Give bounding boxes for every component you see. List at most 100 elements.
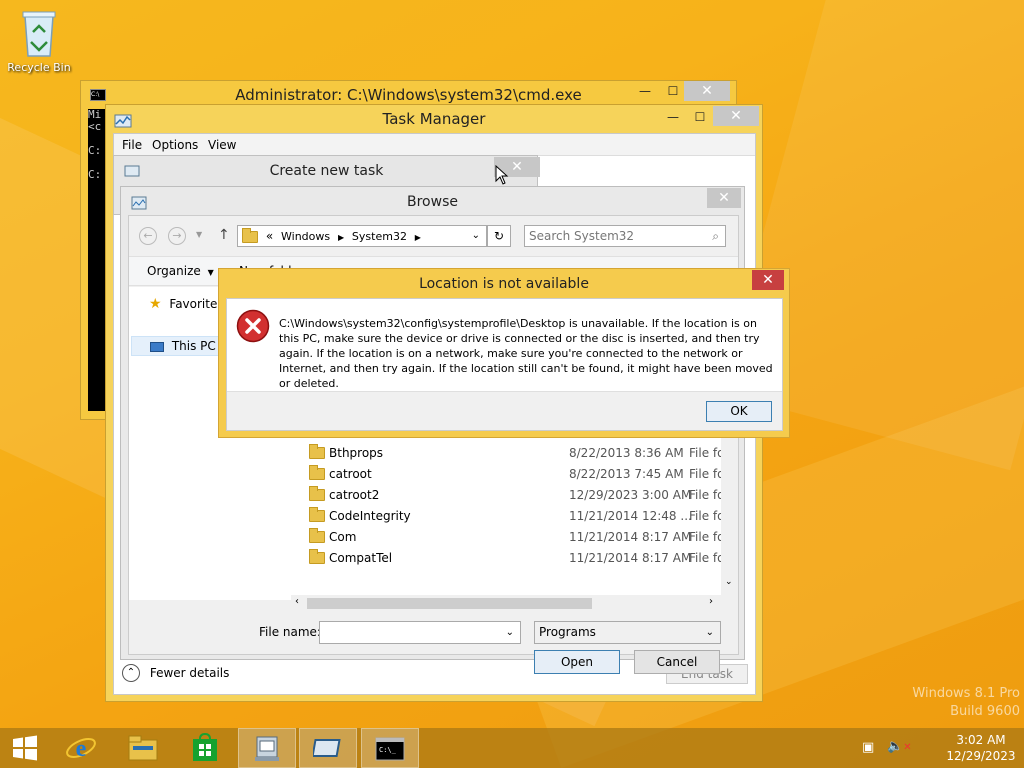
scroll-thumb[interactable] (307, 598, 592, 609)
watermark-line-1: Windows 8.1 Pro (912, 686, 1020, 701)
folder-icon (309, 465, 325, 480)
open-button[interactable]: Open (534, 650, 620, 674)
cmd-line: C: (88, 144, 102, 157)
task-manager-close-button[interactable]: ✕ (713, 106, 759, 126)
minimize-icon[interactable]: — (665, 109, 681, 125)
file-type-select[interactable]: Programs ⌄ (534, 621, 721, 644)
cmd-close-button[interactable]: ✕ (684, 81, 730, 101)
refresh-icon: ↻ (493, 229, 505, 243)
taskbar-command-prompt[interactable]: C:\_ (361, 728, 419, 768)
file-list-row[interactable]: catroot2 12/29/2023 3:00 AM File fol (307, 485, 737, 506)
file-name: Com (329, 530, 357, 544)
file-name-input[interactable]: ⌄ (319, 621, 521, 644)
taskbar-store[interactable] (176, 728, 234, 768)
error-dialog[interactable]: Location is not available ✕ C:\Windows\s… (218, 268, 790, 438)
volume-muted-icon[interactable]: 🔈✕ (887, 739, 912, 754)
clock[interactable]: 3:02 AM 12/29/2023 (940, 732, 1022, 764)
file-explorer-icon (128, 735, 158, 761)
cancel-button[interactable]: Cancel (634, 650, 720, 674)
breadcrumb-separator-icon[interactable]: ▶ (338, 233, 344, 242)
recycle-bin-icon (22, 11, 56, 57)
breadcrumb-separator-icon[interactable]: ▶ (415, 233, 421, 242)
address-dropdown-icon[interactable]: ⌄ (472, 226, 480, 246)
file-name: CodeIntegrity (329, 509, 411, 523)
clock-date: 12/29/2023 (946, 749, 1016, 763)
fewer-details-label: Fewer details (149, 666, 230, 680)
organize-label: Organize (147, 264, 201, 278)
folder-icon (309, 444, 325, 459)
internet-explorer-icon: e (66, 736, 96, 762)
store-icon (193, 732, 217, 761)
search-input[interactable]: Search System32 (529, 229, 634, 243)
folder-icon (309, 528, 325, 543)
file-date: 11/21/2014 12:48 ... (569, 509, 692, 523)
error-icon (236, 309, 270, 343)
refresh-button[interactable]: ↻ (487, 225, 511, 247)
breadcrumb-overflow[interactable]: « (266, 229, 273, 243)
horizontal-scrollbar[interactable]: ‹ › (291, 595, 721, 612)
file-list-row[interactable]: CompatTel 11/21/2014 8:17 AM File fol (307, 548, 737, 569)
scroll-down-icon[interactable]: ⌄ (725, 577, 733, 587)
file-date: 11/21/2014 8:17 AM (569, 551, 692, 565)
minimize-icon[interactable]: — (637, 83, 653, 99)
dropdown-icon[interactable]: ⌄ (506, 622, 514, 643)
maximize-icon[interactable]: ☐ (692, 109, 708, 125)
file-name-label: File name: (259, 625, 321, 639)
file-list-row[interactable]: catroot 8/22/2013 7:45 AM File fol (307, 464, 737, 485)
file-list-row[interactable]: CodeIntegrity 11/21/2014 12:48 ... File fo… (307, 506, 737, 527)
taskbar-task-manager[interactable] (238, 728, 296, 768)
error-dialog-close-button[interactable]: ✕ (752, 270, 784, 290)
taskbar: e C:\_ ▣ 🔈✕ 3:02 AM 12/29/2023 (0, 728, 1024, 768)
recent-locations-icon[interactable]: ▼ (196, 230, 202, 239)
file-list-row[interactable]: Bthprops 8/22/2013 8:36 AM File fol (307, 443, 737, 464)
error-dialog-body: C:\Windows\system32\config\systemprofile… (226, 298, 783, 431)
up-icon[interactable]: ↑ (218, 227, 230, 243)
command-prompt-icon: C:\_ (375, 737, 405, 761)
nav-item-this-pc[interactable]: This PC (131, 336, 231, 356)
browse-close-button[interactable]: ✕ (707, 188, 741, 208)
task-manager-menubar: File Options View (114, 134, 755, 156)
menu-file[interactable]: File (122, 138, 142, 152)
error-dialog-title: Location is not available (419, 276, 589, 292)
recycle-bin[interactable]: Recycle Bin (4, 4, 74, 76)
cmd-console[interactable]: Mi <c C: C: (88, 109, 106, 411)
folder-icon (309, 486, 325, 501)
file-date: 8/22/2013 7:45 AM (569, 467, 684, 481)
svg-text:e: e (76, 736, 87, 762)
menu-options[interactable]: Options (152, 138, 198, 152)
ok-button[interactable]: OK (706, 401, 772, 422)
forward-icon[interactable]: → (168, 227, 186, 245)
mouse-cursor (495, 165, 509, 185)
network-icon[interactable]: ▣ (862, 740, 874, 755)
file-name: Bthprops (329, 446, 384, 460)
svg-text:C:\_: C:\_ (379, 746, 397, 754)
browse-title: Browse (407, 194, 458, 210)
scroll-right-icon[interactable]: › (709, 596, 713, 607)
taskbar-file-explorer[interactable] (114, 728, 172, 768)
taskbar-run-dialog[interactable] (299, 728, 357, 768)
run-icon (311, 739, 341, 757)
file-list-row[interactable]: Com 11/21/2014 8:17 AM File fol (307, 527, 737, 548)
file-name: CompatTel (329, 551, 393, 565)
breadcrumb-system32[interactable]: System32 (352, 230, 407, 243)
menu-view[interactable]: View (208, 138, 236, 152)
nav-item-label: Favorites (169, 297, 224, 311)
search-box[interactable]: Search System32 ⌕ (524, 225, 726, 247)
watermark-line-2: Build 9600 (950, 704, 1020, 719)
nav-item-favorites[interactable]: ★ Favorites (149, 296, 224, 312)
scroll-left-icon[interactable]: ‹ (295, 596, 299, 607)
fewer-details-button[interactable]: ⌃ Fewer details (122, 664, 229, 684)
taskbar-internet-explorer[interactable]: e (52, 728, 110, 768)
start-button[interactable] (0, 728, 50, 768)
breadcrumb-windows[interactable]: Windows (281, 230, 330, 243)
back-icon[interactable]: ← (139, 227, 157, 245)
cmd-line: C: (88, 168, 102, 181)
file-date: 8/22/2013 8:36 AM (569, 446, 684, 460)
file-date: 12/29/2023 3:00 AM (569, 488, 692, 502)
computer-icon (150, 341, 164, 352)
file-date: 11/21/2014 8:17 AM (569, 530, 692, 544)
maximize-icon[interactable]: ☐ (665, 83, 681, 99)
address-bar[interactable]: « Windows ▶ System32 ▶ ⌄ (237, 225, 487, 247)
organize-button[interactable]: Organize ▼ (147, 264, 214, 278)
dropdown-icon: ▼ (207, 268, 214, 277)
